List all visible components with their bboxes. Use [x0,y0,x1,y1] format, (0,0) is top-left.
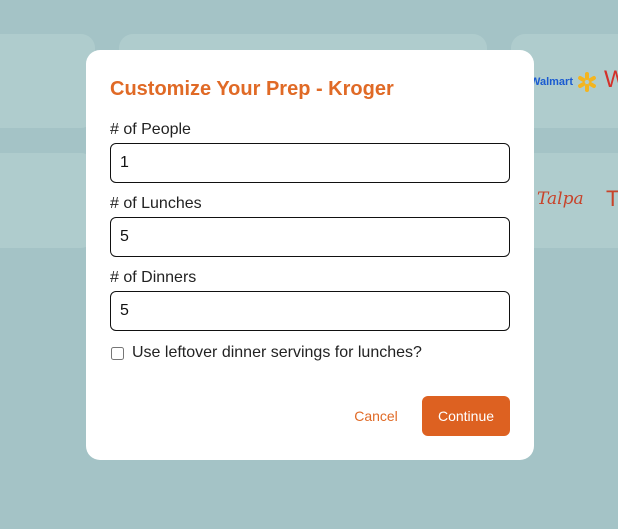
cancel-button[interactable]: Cancel [346,396,406,436]
store-card[interactable] [0,153,95,248]
dialog-title: Customize Your Prep - Kroger [110,78,394,100]
store-logo-partial: T [606,186,618,211]
walmart-logo-text: Walmart [530,76,573,88]
people-label: # of People [110,121,191,138]
continue-button[interactable]: Continue [422,396,510,436]
leftover-checkbox[interactable] [111,346,124,360]
walmart-spark-icon [577,72,597,92]
walmart-logo: Walmart [530,72,597,92]
store-logo-partial: W [604,66,618,93]
leftover-option: Use leftover dinner servings for lunches… [110,344,422,362]
store-card[interactable] [0,34,95,128]
leftover-checkbox-label[interactable]: Use leftover dinner servings for lunches… [132,344,422,362]
customize-prep-dialog: Customize Your Prep - Kroger # of People… [86,50,534,460]
dinners-label: # of Dinners [110,269,197,286]
dinners-input[interactable] [110,291,510,331]
talpa-logo: Talpa [537,189,584,209]
people-input[interactable] [110,143,510,183]
lunches-label: # of Lunches [110,195,202,212]
lunches-input[interactable] [110,217,510,257]
